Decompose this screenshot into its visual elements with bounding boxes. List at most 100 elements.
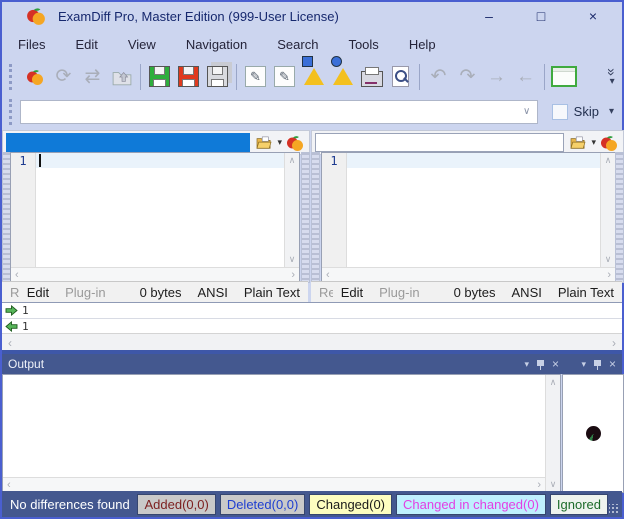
deleted-count-badge[interactable]: Deleted(0,0)	[220, 494, 306, 515]
panel-close-icon[interactable]: ×	[609, 357, 616, 371]
toolbar-grip[interactable]	[9, 64, 12, 90]
right-file-path-field[interactable]	[315, 133, 564, 152]
edit-pencil-icon: ✎	[274, 66, 295, 87]
next-difference-button[interactable]: →	[482, 62, 511, 91]
save-differences-html-button[interactable]	[328, 62, 357, 91]
maximize-button[interactable]: □	[530, 8, 552, 24]
output-horizontal-scrollbar[interactable]: ‹ ›	[3, 477, 545, 492]
right-horizontal-scrollbar[interactable]: ‹ ›	[322, 267, 615, 282]
changed-in-changed-count-badge[interactable]: Changed in changed(0)	[396, 494, 546, 515]
redo-button[interactable]: ↷	[453, 62, 482, 91]
right-line-number: 1	[322, 153, 347, 267]
ignored-badge[interactable]: Ignored	[550, 494, 608, 515]
skip-checkbox[interactable]	[552, 104, 568, 120]
output-vertical-scrollbar[interactable]: ∧ ∨	[545, 375, 560, 492]
compare-fruit-icon[interactable]	[600, 134, 618, 152]
edit-first-file-button[interactable]: ✎	[241, 62, 270, 91]
swap-panes-button[interactable]: ⇄	[78, 62, 107, 91]
examdiff-window: ExamDiff Pro, Master Edition (999-User L…	[0, 0, 624, 519]
minimize-button[interactable]: –	[478, 8, 500, 24]
output-content-area[interactable]	[3, 375, 545, 477]
panel-menu-dropdown-icon[interactable]: ▾	[524, 359, 529, 370]
changed-count-badge[interactable]: Changed(0)	[309, 494, 392, 515]
open-file-dropdown-icon[interactable]: ▾	[277, 137, 282, 148]
scroll-left-icon[interactable]: ‹	[15, 269, 19, 281]
scroll-up-icon[interactable]: ∧	[289, 155, 296, 166]
redo-icon: ↷	[460, 67, 476, 86]
toolbar-dropdown-icon[interactable]: ▾	[610, 77, 615, 86]
left-editor[interactable]: 1 ∧ ∨ ‹ ›	[10, 152, 300, 283]
save-red-floppy-icon	[178, 66, 199, 87]
output-panel-title: Output	[8, 357, 44, 371]
right-outer-diff-strip	[615, 152, 624, 283]
scroll-down-icon[interactable]: ∨	[605, 254, 612, 265]
open-folder-up-button[interactable]	[107, 62, 136, 91]
save-first-file-button[interactable]	[145, 62, 174, 91]
toolbar-overflow-icon[interactable]: »	[607, 68, 617, 76]
diff-panel-horizontal-scrollbar[interactable]: ‹ ›	[2, 333, 622, 351]
scroll-right-icon[interactable]: ›	[291, 269, 295, 281]
diff-line-row-first[interactable]: 1	[2, 303, 622, 319]
added-count-badge[interactable]: Added(0,0)	[137, 494, 215, 515]
panel-menu-dropdown-icon[interactable]: ▾	[581, 359, 586, 370]
compare-options-combobox[interactable]: ∨	[20, 100, 538, 124]
prev-difference-button[interactable]: ←	[511, 62, 540, 91]
menu-bar: Files Edit View Navigation Search Tools …	[2, 32, 622, 57]
scroll-down-icon[interactable]: ∨	[289, 254, 296, 265]
open-file-icon[interactable]	[569, 136, 587, 150]
output-panel-header: Output ▾ ×	[2, 354, 565, 374]
toolbar-separator	[544, 64, 545, 90]
open-file-dropdown-icon[interactable]: ▾	[591, 137, 596, 148]
scroll-right-icon[interactable]: ›	[607, 269, 611, 281]
close-button[interactable]: ×	[582, 8, 604, 24]
pin-icon[interactable]	[594, 359, 601, 370]
scroll-right-icon[interactable]: ›	[537, 479, 541, 491]
scroll-up-icon[interactable]: ∧	[550, 377, 557, 388]
scroll-right-icon[interactable]: ›	[612, 336, 616, 350]
print-preview-button[interactable]	[386, 62, 415, 91]
menu-help[interactable]: Help	[397, 34, 448, 55]
left-file-path-field[interactable]	[6, 133, 250, 152]
scroll-left-icon[interactable]: ‹	[326, 269, 330, 281]
resize-grip[interactable]	[609, 504, 619, 514]
menu-view[interactable]: View	[116, 34, 168, 55]
scroll-left-icon[interactable]: ‹	[7, 479, 11, 491]
scroll-up-icon[interactable]: ∧	[605, 155, 612, 166]
save-differences-button[interactable]	[299, 62, 328, 91]
chevron-down-icon[interactable]: ∨	[517, 106, 537, 117]
panel-close-icon[interactable]: ×	[552, 357, 559, 371]
menu-tools[interactable]: Tools	[336, 34, 390, 55]
toolbar-grip[interactable]	[9, 99, 12, 125]
save-second-file-button[interactable]	[174, 62, 203, 91]
left-horizontal-scrollbar[interactable]: ‹ ›	[11, 267, 299, 282]
compare-fruit-icon[interactable]	[286, 134, 304, 152]
left-vertical-scrollbar[interactable]: ∧ ∨	[284, 153, 299, 267]
right-editor[interactable]: 1 ∧ ∨ ‹ ›	[321, 152, 616, 283]
compare-button[interactable]	[20, 62, 49, 91]
toolbar-separator	[419, 64, 420, 90]
menu-files[interactable]: Files	[6, 34, 57, 55]
menu-edit[interactable]: Edit	[63, 34, 109, 55]
pin-icon[interactable]	[537, 359, 544, 370]
print-button[interactable]	[357, 62, 386, 91]
left-editor-text-area[interactable]	[36, 153, 284, 267]
open-file-icon[interactable]	[255, 136, 273, 150]
arrow-left-green-icon	[5, 321, 18, 332]
right-editor-text-area[interactable]	[347, 153, 600, 267]
recompare-button[interactable]: ⟳	[49, 62, 78, 91]
right-vertical-scrollbar[interactable]: ∧ ∨	[600, 153, 615, 267]
undo-button[interactable]: ↶	[424, 62, 453, 91]
main-toolbar: ⟳ ⇄ ✎ ✎ ↶ ↷ → ← » ▾	[2, 58, 622, 95]
current-line-highlight	[347, 153, 600, 168]
menu-search[interactable]: Search	[265, 34, 330, 55]
diff-line-number: 1	[22, 320, 29, 333]
skip-dropdown-icon[interactable]: ▾	[609, 106, 614, 117]
show-differences-window-button[interactable]	[549, 62, 578, 91]
center-diff-strip-right	[311, 152, 320, 283]
scroll-left-icon[interactable]: ‹	[8, 336, 12, 350]
menu-navigation[interactable]: Navigation	[174, 34, 259, 55]
current-diff-line-panel: 1 1	[2, 302, 622, 335]
save-both-files-button[interactable]	[203, 62, 232, 91]
edit-second-file-button[interactable]: ✎	[270, 62, 299, 91]
scroll-down-icon[interactable]: ∨	[550, 479, 557, 490]
